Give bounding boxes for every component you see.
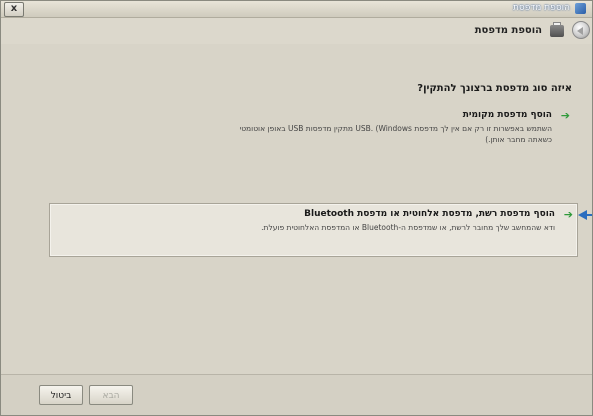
wizard-title: הוספת מדפסת xyxy=(474,25,542,36)
green-arrow-icon: ➔ xyxy=(563,208,573,221)
back-button[interactable] xyxy=(572,21,590,39)
option-add-network-printer[interactable]: ➔ הוסף מדפסת רשת, מדפסת אלחוטית או מדפסת… xyxy=(49,203,578,257)
window-title: הוספת מדפסת xyxy=(513,3,570,13)
option-description-line: השתמש באפשרות זו רק אם אין לך מדפסת USB.… xyxy=(239,124,552,133)
title-bar: הוספת מדפסת x xyxy=(1,1,592,18)
option-description-line: ודא שהמחשב שלך מחובר לרשת, או שמדפסת ה-B… xyxy=(261,223,555,232)
option-title: הוסף מדפסת רשת, מדפסת אלחוטית או מדפסת B… xyxy=(304,209,555,219)
add-printer-window: הוספת מדפסת x הוספת מדפסת איזה סוג מדפסת… xyxy=(0,0,593,416)
printer-icon xyxy=(575,3,586,14)
option-description: ודא שהמחשב שלך מחובר לרשת, או שמדפסת ה-B… xyxy=(261,222,555,233)
printer-icon xyxy=(550,22,564,37)
option-description-line: כשאתה מחבר אותן.) xyxy=(485,135,552,144)
close-icon: x xyxy=(10,3,18,14)
green-arrow-icon: ➔ xyxy=(560,109,570,122)
wizard-footer: ביטול הבא xyxy=(1,374,592,415)
wizard-nav-bar: הוספת מדפסת xyxy=(1,18,592,44)
cancel-button[interactable]: ביטול xyxy=(39,385,83,405)
option-description: השתמש באפשרות זו רק אם אין לך מדפסת USB.… xyxy=(240,123,552,145)
pointer-arrow-icon xyxy=(576,208,592,222)
close-button[interactable]: x xyxy=(4,2,24,17)
page-question: איזה סוג מדפסת ברצונך להתקין? xyxy=(417,83,572,94)
option-title: הוסף מדפסת מקומית xyxy=(462,110,552,120)
option-add-local-printer[interactable]: ➔ הוסף מדפסת מקומית השתמש באפשרות זו רק … xyxy=(33,107,570,159)
next-button[interactable]: הבא xyxy=(89,385,133,405)
